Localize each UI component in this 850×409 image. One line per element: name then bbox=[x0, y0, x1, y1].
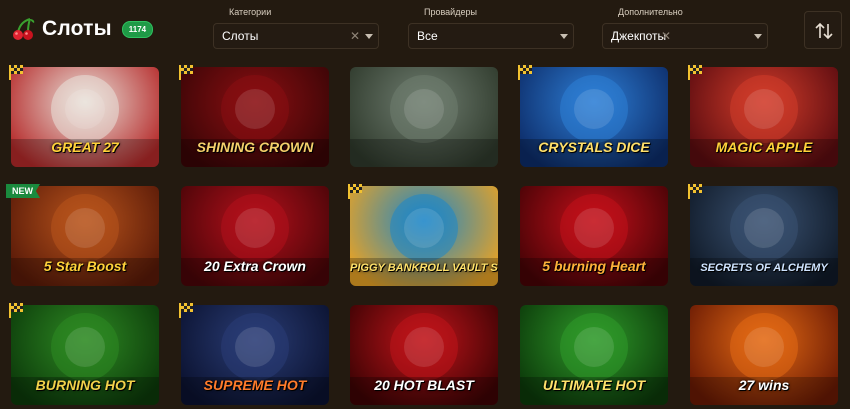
cherry-icon bbox=[13, 18, 35, 40]
game-tile[interactable]: ULTIMATE HOT bbox=[520, 305, 668, 405]
chevron-down-icon bbox=[754, 34, 762, 39]
checkered-flag-icon bbox=[179, 303, 193, 318]
game-title: CRYSTALS DICE bbox=[538, 139, 650, 155]
game-tile[interactable]: 20 Extra Crown bbox=[181, 186, 329, 286]
game-tile[interactable] bbox=[350, 67, 498, 167]
categories-value: Слоты bbox=[222, 29, 259, 43]
game-title: 5 Star Boost bbox=[43, 258, 127, 274]
extra-value: Джекпоты bbox=[611, 29, 667, 43]
checkered-flag-icon bbox=[348, 184, 362, 199]
categories-label: Категории bbox=[229, 7, 272, 17]
checkered-flag-icon bbox=[518, 65, 532, 80]
extra-select[interactable]: Джекпоты ✕ bbox=[602, 23, 768, 49]
game-tile[interactable]: 20 HOT BLAST bbox=[350, 305, 498, 405]
game-title: SUPREME HOT bbox=[203, 377, 307, 393]
game-tile[interactable]: CRYSTALS DICE bbox=[520, 67, 668, 167]
game-title: GREAT 27 bbox=[51, 139, 119, 155]
game-tile[interactable]: SHINING CROWN bbox=[181, 67, 329, 167]
game-tile[interactable]: PIGGY BANKROLL VAULT SMASH bbox=[350, 186, 498, 286]
game-tile[interactable]: BURNING HOT bbox=[11, 305, 159, 405]
clear-extra-icon[interactable]: ✕ bbox=[661, 29, 671, 43]
page-title: Слоты bbox=[42, 17, 112, 40]
new-badge: NEW bbox=[6, 184, 40, 198]
games-count-badge: 1174 bbox=[121, 20, 154, 38]
checkered-flag-icon bbox=[9, 65, 23, 80]
game-tile[interactable]: 5 burning Heart bbox=[520, 186, 668, 286]
game-title: SECRETS OF ALCHEMY bbox=[700, 262, 828, 274]
extra-label: Дополнительно bbox=[618, 7, 683, 17]
page-heading: Слоты 1174 bbox=[10, 16, 154, 42]
game-title: 27 wins bbox=[738, 377, 790, 393]
sort-button[interactable] bbox=[804, 11, 842, 49]
providers-select[interactable]: Все bbox=[408, 23, 574, 49]
game-tile[interactable]: SECRETS OF ALCHEMY bbox=[690, 186, 838, 286]
header: Слоты 1174 Категории Слоты ✕ Провайдеры … bbox=[0, 0, 850, 60]
game-title: MAGIC APPLE bbox=[715, 139, 813, 155]
sort-icon bbox=[815, 22, 833, 40]
game-title: ULTIMATE HOT bbox=[542, 377, 646, 393]
clear-categories-icon[interactable]: ✕ bbox=[350, 29, 360, 43]
game-tile[interactable]: 27 wins bbox=[690, 305, 838, 405]
providers-label: Провайдеры bbox=[424, 7, 477, 17]
game-title: 20 Extra Crown bbox=[204, 258, 306, 274]
categories-filter: Категории Слоты ✕ bbox=[213, 0, 379, 49]
game-title: PIGGY BANKROLL VAULT SMASH bbox=[350, 262, 498, 274]
game-tile[interactable]: 5 Star Boost bbox=[11, 186, 159, 286]
chevron-down-icon bbox=[560, 34, 568, 39]
checkered-flag-icon bbox=[688, 184, 702, 199]
categories-select[interactable]: Слоты ✕ bbox=[213, 23, 379, 49]
game-title: 5 burning Heart bbox=[542, 258, 646, 274]
game-thumbnail bbox=[350, 75, 498, 167]
game-title: BURNING HOT bbox=[35, 377, 135, 393]
game-tile[interactable]: GREAT 27 bbox=[11, 67, 159, 167]
game-tile[interactable]: MAGIC APPLE bbox=[690, 67, 838, 167]
providers-value: Все bbox=[417, 29, 438, 43]
checkered-flag-icon bbox=[179, 65, 193, 80]
chevron-down-icon bbox=[365, 34, 373, 39]
extra-filter: Дополнительно Джекпоты ✕ bbox=[602, 0, 768, 49]
game-title: SHINING CROWN bbox=[196, 139, 314, 155]
checkered-flag-icon bbox=[688, 65, 702, 80]
providers-filter: Провайдеры Все bbox=[408, 0, 574, 49]
game-title: 20 HOT BLAST bbox=[374, 377, 474, 393]
checkered-flag-icon bbox=[9, 303, 23, 318]
game-tile[interactable]: SUPREME HOT bbox=[181, 305, 329, 405]
